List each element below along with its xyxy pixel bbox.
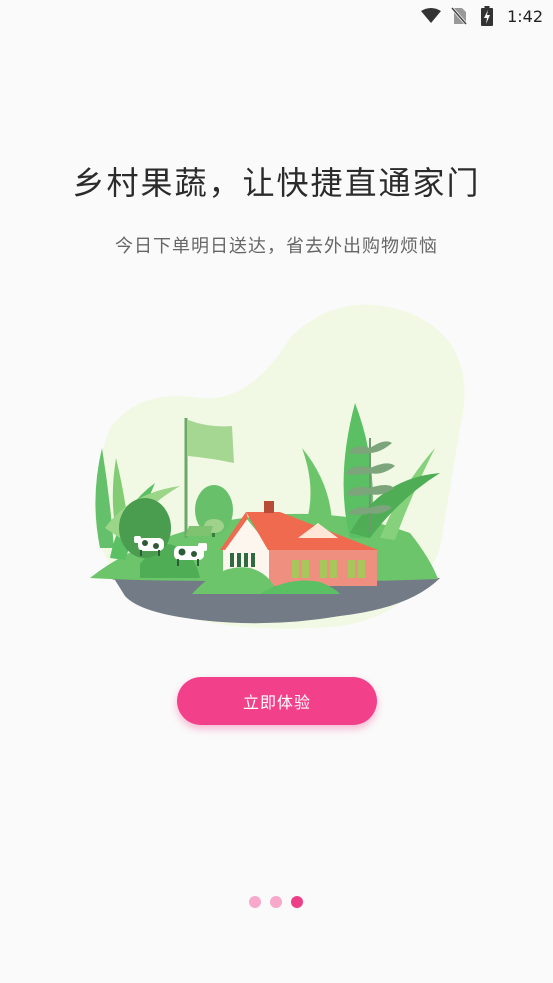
status-bar: 1:42 [0,0,553,32]
page-dot[interactable] [249,896,261,908]
page-subtitle: 今日下单明日送达，省去外出购物烦恼 [115,236,438,257]
no-sim-icon [449,6,469,26]
rural-farmhouse-illustration [80,298,480,638]
try-now-button[interactable]: 立即体验 [177,677,377,725]
page-title: 乡村果蔬，让快捷直通家门 [72,164,481,202]
page-dot-active[interactable] [291,896,303,908]
clock-time: 1:42 [507,6,543,26]
page-indicator [249,896,303,908]
battery-charging-icon [477,6,497,26]
wifi-icon [421,6,442,26]
page-dot[interactable] [270,896,282,908]
